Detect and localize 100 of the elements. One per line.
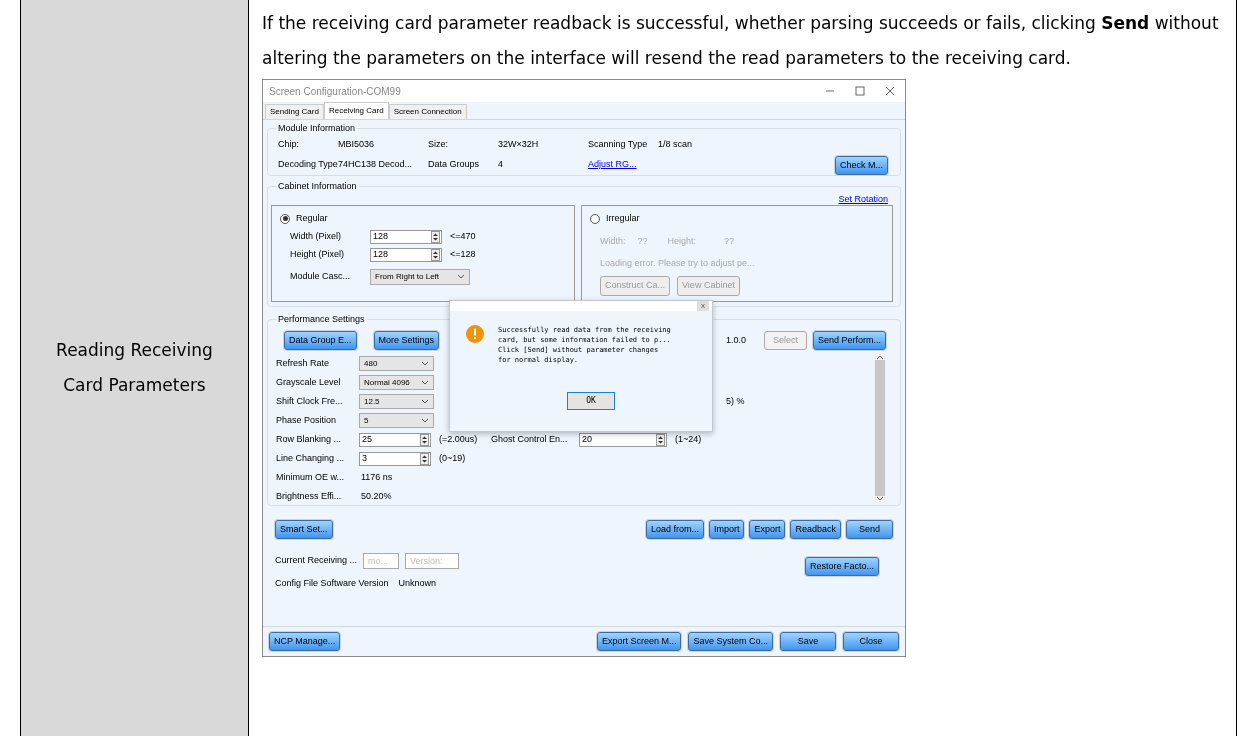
field-label: Minimum OE w... <box>276 470 345 484</box>
range-text: <=470 <box>450 229 476 243</box>
field-label: Module Casc... <box>290 269 352 283</box>
caret-icon <box>457 274 465 279</box>
warning-icon <box>466 325 484 343</box>
spinner-arrows-icon <box>420 452 429 465</box>
field-label: Grayscale Level <box>276 375 342 389</box>
field-value: MBI5036 <box>338 138 376 151</box>
field-label: Shift Clock Fre... <box>276 394 344 408</box>
link[interactable]: Adjust RG... <box>588 158 658 172</box>
scroll-down-icon[interactable] <box>876 496 884 502</box>
input-field[interactable]: mo... <box>363 553 400 569</box>
range-text: (1~24) <box>675 432 702 446</box>
dropdown[interactable]: Normal 4096 <box>359 375 434 390</box>
field-value: 50.20% <box>361 489 392 503</box>
field-value: 1176 ns <box>361 470 393 484</box>
window-title: Screen Configuration-COM99 <box>269 84 402 99</box>
spinner-field[interactable]: 20 <box>579 432 667 447</box>
action-button[interactable]: Smart Set... <box>275 520 333 539</box>
table-label-cell: Reading Receiving Card Parameters <box>21 0 249 736</box>
tab[interactable]: Receiving Card <box>323 102 389 119</box>
spinner-arrows-icon <box>656 433 665 446</box>
dropdown[interactable]: 480 <box>359 356 434 371</box>
close-icon[interactable] <box>885 86 895 96</box>
error-text: Loading error. Please try to adjust pe... <box>599 257 756 270</box>
field-label: Width: <box>600 234 626 248</box>
range-text: (=2.00us) <box>439 432 479 446</box>
field-label: Brightness Effi... <box>276 489 343 503</box>
input-field[interactable]: Version: <box>405 553 460 569</box>
field-value: Unknown <box>398 577 437 590</box>
ok-button[interactable]: OK <box>567 392 615 410</box>
action-button[interactable]: Export <box>749 520 786 539</box>
field-label: Line Changing ... <box>276 451 346 465</box>
tab[interactable]: Sending Card <box>265 104 324 119</box>
field-value: 4 <box>498 158 504 172</box>
field-label: Current Receiving ... <box>275 554 358 568</box>
field-label: Decoding Type <box>278 158 338 172</box>
action-button[interactable]: NCP Manage... <box>269 632 341 651</box>
caret-icon <box>421 361 429 366</box>
link[interactable]: Set Rotation <box>838 193 888 205</box>
caret-icon <box>421 399 429 404</box>
field-label: Size: <box>428 138 449 151</box>
action-button[interactable]: Import <box>708 520 745 539</box>
spinner-arrows-icon <box>420 433 429 446</box>
group-title: Cabinet Information <box>276 180 359 192</box>
spinner-field[interactable]: 128 <box>370 247 442 262</box>
field-value: 1/8 scan <box>658 138 694 151</box>
spinner-arrows-icon <box>431 248 440 261</box>
action-button[interactable]: Data Group E... <box>284 331 357 350</box>
radio-label: Irregular <box>606 212 640 225</box>
description-text: If the receiving card parameter readback is successful, whether parsing succeeds or fails, clicking Send without altering the parameters on the interface will resend the read parameters to the receiving card. <box>262 12 1220 70</box>
radio-label: Regular <box>296 212 328 225</box>
spinner-field[interactable]: 25 <box>359 432 431 447</box>
radio-button[interactable] <box>590 213 600 224</box>
field-label: Chip: <box>278 138 300 151</box>
version-text: 1.0.0 <box>725 333 746 347</box>
spinner-arrows-icon <box>431 230 440 243</box>
field-value: 32W×32H <box>498 138 540 151</box>
action-button[interactable]: Save System Co... <box>688 632 773 651</box>
field-label: Data Groups <box>428 158 481 172</box>
field-label: Scanning Type <box>588 138 649 151</box>
field-label: Phase Position <box>276 413 338 427</box>
action-button[interactable]: Readback <box>790 520 841 539</box>
action-button[interactable]: Send <box>845 520 893 539</box>
caret-icon <box>421 380 429 385</box>
field-label: Width (Pixel) <box>290 229 342 243</box>
field-label: Ghost Control En... <box>491 432 569 446</box>
maximize-icon[interactable] <box>855 86 865 96</box>
field-value: ?? <box>724 234 735 248</box>
caret-icon <box>421 418 429 423</box>
radio-button[interactable] <box>280 213 290 224</box>
field-value: 74HC138 Decod... <box>338 158 414 172</box>
dropdown[interactable]: 5 <box>359 413 434 428</box>
dialog-close-button[interactable]: x <box>697 301 709 311</box>
action-button[interactable]: More Settings <box>373 331 440 350</box>
group-title: Module Information <box>276 122 358 134</box>
field-label: Height (Pixel) <box>290 247 346 261</box>
scrollbar[interactable] <box>874 354 886 502</box>
field-value: ?? <box>637 234 648 248</box>
action-button[interactable]: Restore Facto... <box>804 557 879 576</box>
field-label: Config File Software Version <box>275 577 389 590</box>
action-button[interactable]: Load from... <box>645 520 704 539</box>
action-button[interactable]: Close <box>843 632 899 651</box>
field-label: Row Blanking ... <box>276 432 343 446</box>
action-button[interactable]: Save <box>780 632 836 651</box>
action-button[interactable]: Send Perform... <box>812 331 886 350</box>
scroll-up-icon[interactable] <box>876 354 884 360</box>
action-button[interactable]: Check M... <box>835 155 888 175</box>
action-button[interactable]: Export Screen M... <box>596 632 682 651</box>
spinner-field[interactable]: 3 <box>359 451 431 466</box>
partial-text: 5) % <box>726 394 745 408</box>
field-label: Refresh Rate <box>276 356 331 370</box>
dropdown[interactable]: 12.5 <box>359 394 434 409</box>
field-label: Height: <box>667 234 697 248</box>
group-title: Performance Settings <box>276 313 367 325</box>
dropdown[interactable]: From Right to Left <box>370 268 470 285</box>
spinner-field[interactable]: 128 <box>370 229 442 244</box>
range-text: <=128 <box>450 247 476 261</box>
tab[interactable]: Screen Connection <box>388 104 467 119</box>
range-text: (0~19) <box>439 451 467 465</box>
